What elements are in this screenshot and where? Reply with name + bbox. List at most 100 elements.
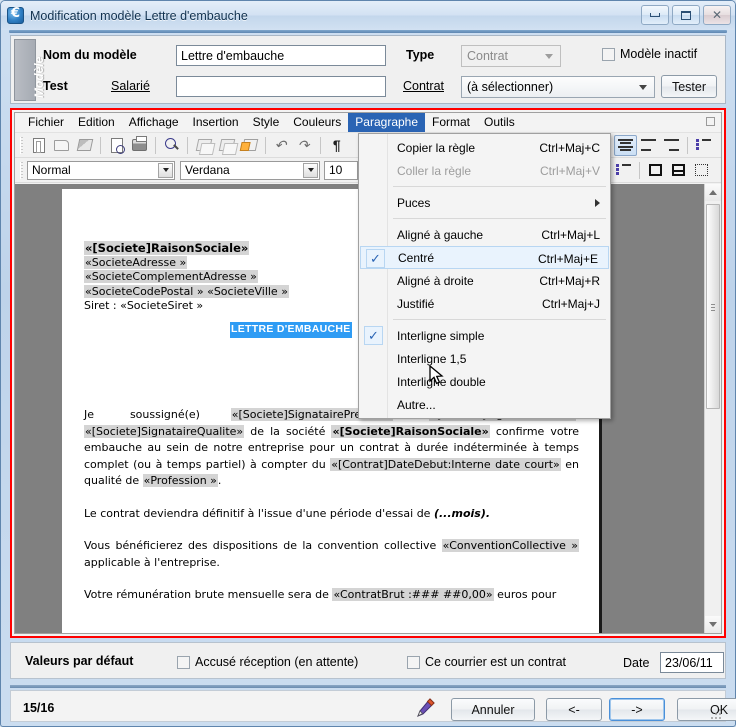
model-name-label: Nom du modèle	[43, 48, 137, 62]
euro-app-icon	[7, 6, 24, 24]
menu-item-copier-la-regle[interactable]: Copier la règle Ctrl+Maj+C	[359, 136, 610, 159]
accuse-reception-checkbox-row[interactable]: Accusé réception (en attente)	[177, 655, 358, 669]
menu-item-shortcut: Ctrl+Maj+L	[541, 227, 600, 242]
align-left-icon[interactable]	[637, 135, 660, 156]
paste-icon[interactable]	[215, 135, 238, 156]
rich-text-editor: Fichier Edition Affichage Insertion Styl…	[14, 112, 722, 634]
menu-couleurs[interactable]: Couleurs	[286, 113, 348, 132]
copy-icon[interactable]	[192, 135, 215, 156]
align-center-icon[interactable]	[614, 134, 637, 156]
pen-icon[interactable]	[414, 697, 436, 719]
save-all-icon[interactable]	[73, 135, 96, 156]
editor-highlight-frame: Fichier Edition Affichage Insertion Styl…	[10, 108, 726, 638]
menu-item-puces[interactable]: Puces	[359, 191, 610, 214]
minimize-button[interactable]	[641, 5, 669, 25]
new-document-icon[interactable]	[27, 135, 50, 156]
toolbar-separator	[265, 136, 266, 154]
resize-grip[interactable]	[711, 707, 723, 719]
type-label: Type	[406, 48, 435, 62]
next-button[interactable]: ->	[609, 698, 665, 721]
print-preview-icon[interactable]	[105, 135, 128, 156]
menu-overflow-icon[interactable]	[706, 117, 715, 126]
courrier-contrat-checkbox[interactable]	[407, 655, 420, 669]
contrat-select[interactable]: (à sélectionner)	[461, 76, 655, 98]
find-icon[interactable]	[160, 135, 183, 156]
document-paragraph: Vous bénéficierez des dispositions de la…	[84, 539, 579, 569]
pilcrow-icon[interactable]: ¶	[325, 135, 348, 156]
menu-edition[interactable]: Edition	[71, 113, 122, 132]
document-vertical-scrollbar[interactable]	[704, 184, 721, 633]
close-button[interactable]: ✕	[703, 5, 731, 25]
type-select-value: Contrat	[467, 49, 508, 63]
chevron-down-icon[interactable]	[303, 162, 318, 178]
redo-icon[interactable]: ↷	[293, 135, 316, 156]
menu-insertion[interactable]: Insertion	[186, 113, 246, 132]
menu-item-interligne-15[interactable]: Interligne 1,5	[359, 347, 610, 370]
menu-item-label: Justifié	[397, 296, 435, 311]
font-size-input[interactable]: 10	[324, 160, 358, 180]
chevron-right-icon	[595, 198, 600, 207]
toolbar-grip[interactable]	[20, 136, 23, 154]
close-icon: ✕	[711, 8, 723, 22]
tester-button[interactable]: Tester	[661, 75, 717, 98]
align-right-icon[interactable]	[660, 135, 683, 156]
print-icon[interactable]	[128, 135, 151, 156]
menu-item-aligne-a-droite[interactable]: Aligné à droite Ctrl+Maj+R	[359, 269, 610, 292]
toolbar-grip[interactable]	[20, 161, 23, 179]
vertical-tab-modele[interactable]: Modèle	[14, 39, 46, 101]
courrier-contrat-checkbox-row[interactable]: Ce courrier est un contrat	[407, 655, 566, 669]
chevron-down-icon[interactable]	[158, 162, 173, 178]
menu-format[interactable]: Format	[425, 113, 477, 132]
bullets-icon[interactable]	[692, 135, 715, 156]
menu-paragraphe[interactable]: Paragraphe	[348, 113, 426, 132]
frame-split-icon[interactable]	[667, 160, 690, 181]
menu-outils[interactable]: Outils	[477, 113, 522, 132]
font-family-select[interactable]: Verdana	[180, 160, 320, 180]
menu-fichier[interactable]: Fichier	[21, 113, 71, 132]
maximize-button[interactable]	[672, 5, 700, 25]
accuse-reception-checkbox[interactable]	[177, 655, 190, 669]
contrat-link[interactable]: Contrat	[403, 79, 444, 93]
font-family-value: Verdana	[185, 163, 230, 177]
open-folder-icon[interactable]	[50, 135, 73, 156]
previous-button[interactable]: <-	[546, 698, 602, 721]
paragraph-style-select[interactable]: Normal	[27, 160, 175, 180]
model-inactive-checkbox-row[interactable]: Modèle inactif	[602, 47, 697, 61]
menu-item-shortcut: Ctrl+Maj+V	[539, 163, 600, 178]
numbering-icon[interactable]	[612, 160, 635, 181]
menu-affichage[interactable]: Affichage	[122, 113, 186, 132]
paste-special-icon[interactable]	[238, 135, 261, 156]
salarie-link[interactable]: Salarié	[111, 79, 150, 93]
undo-icon[interactable]: ↶	[270, 135, 293, 156]
frame-dashed-icon[interactable]	[690, 160, 713, 181]
model-name-input[interactable]: Lettre d'embauche	[176, 45, 386, 66]
default-values-label: Valeurs par défaut	[25, 654, 134, 668]
menu-item-interligne-simple[interactable]: ✓ Interligne simple	[359, 324, 610, 347]
menu-item-label: Centré	[398, 250, 435, 265]
menu-item-autre[interactable]: Autre...	[359, 393, 610, 416]
cancel-button[interactable]: Annuler	[451, 698, 535, 721]
scroll-up-button[interactable]	[705, 184, 721, 201]
editor-menu-bar: Fichier Edition Affichage Insertion Styl…	[15, 113, 721, 133]
scroll-down-button[interactable]	[705, 616, 721, 633]
menu-style[interactable]: Style	[246, 113, 287, 132]
date-input[interactable]: 23/06/11	[660, 652, 724, 673]
menu-item-label: Copier la règle	[397, 140, 476, 155]
check-icon: ✓	[366, 249, 385, 268]
model-inactive-checkbox[interactable]	[602, 47, 615, 61]
menu-item-justifie[interactable]: Justifié Ctrl+Maj+J	[359, 292, 610, 315]
menu-item-interligne-double[interactable]: Interligne double	[359, 370, 610, 393]
accuse-reception-label: Accusé réception (en attente)	[195, 655, 359, 669]
chevron-down-icon	[545, 54, 553, 59]
ok-button[interactable]: OK	[677, 698, 736, 721]
application-window: Modification modèle Lettre d'embauche ✕ …	[0, 0, 736, 727]
toolbar-separator	[100, 136, 101, 154]
scrollbar-thumb[interactable]	[706, 204, 720, 409]
test-salarie-input[interactable]	[176, 76, 386, 97]
title-bar: Modification modèle Lettre d'embauche ✕	[1, 1, 735, 30]
type-select[interactable]: Contrat	[461, 45, 561, 67]
triangle-down-icon	[709, 622, 717, 627]
menu-item-aligne-a-gauche[interactable]: Aligné à gauche Ctrl+Maj+L	[359, 223, 610, 246]
frame-single-icon[interactable]	[644, 160, 667, 181]
menu-item-centre[interactable]: ✓ Centré Ctrl+Maj+E	[360, 246, 609, 269]
